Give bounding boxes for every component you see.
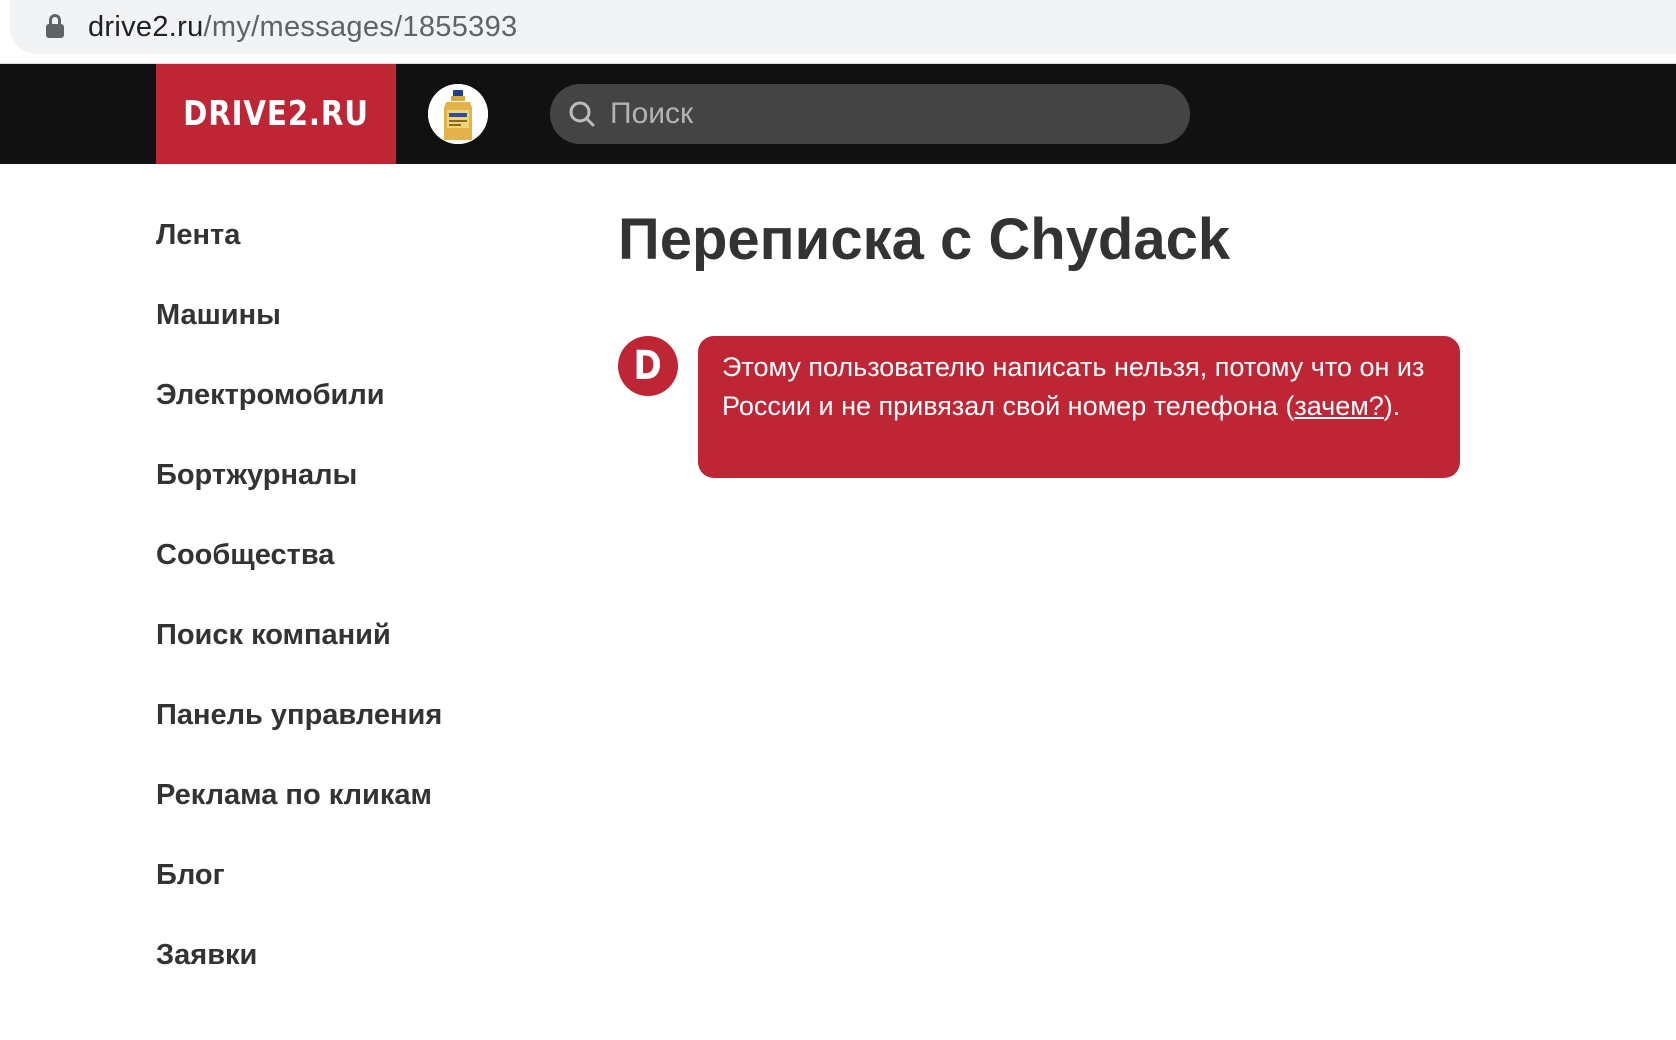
sidebar-nav: Лента Машины Электромобили Бортжурналы С… bbox=[156, 210, 556, 1010]
sidebar-item-feed[interactable]: Лента bbox=[156, 210, 556, 290]
sidebar-item-company-search[interactable]: Поиск компаний bbox=[156, 610, 556, 690]
search-input[interactable] bbox=[608, 84, 1168, 144]
page-title: Переписка с Chydack bbox=[618, 207, 1231, 272]
sender-avatar[interactable]: D bbox=[618, 336, 678, 396]
browser-address-bar: drive2.ru/my/messages/1855393 bbox=[0, 0, 1676, 64]
url-path: /my/messages/1855393 bbox=[203, 11, 518, 43]
site-header: DRIVE2.RU bbox=[0, 64, 1676, 164]
sidebar-item-electric-cars[interactable]: Электромобили bbox=[156, 370, 556, 450]
url-host: drive2.ru bbox=[88, 11, 204, 43]
site-logo[interactable]: DRIVE2.RU bbox=[156, 64, 396, 164]
sidebar-item-cars[interactable]: Машины bbox=[156, 290, 556, 370]
sidebar-item-requests[interactable]: Заявки bbox=[156, 930, 556, 1010]
message-text-end: ). bbox=[1383, 391, 1401, 421]
url-text[interactable]: drive2.ru/my/messages/1855393 bbox=[88, 9, 517, 45]
lock-icon[interactable] bbox=[46, 14, 64, 38]
url-field[interactable]: drive2.ru/my/messages/1855393 bbox=[10, 0, 1676, 54]
sidebar-item-control-panel[interactable]: Панель управления bbox=[156, 690, 556, 770]
user-avatar[interactable] bbox=[428, 84, 488, 144]
why-link[interactable]: зачем? bbox=[1294, 391, 1383, 421]
message-bubble: Этому пользователю написать нельзя, пото… bbox=[698, 336, 1460, 478]
logo-text: DRIVE2.RU bbox=[183, 94, 369, 134]
sidebar-item-communities[interactable]: Сообщества bbox=[156, 530, 556, 610]
sidebar-item-blog[interactable]: Блог bbox=[156, 850, 556, 930]
main-content: Переписка с Chydack D Этому пользователю… bbox=[618, 196, 1498, 478]
search-box bbox=[550, 84, 1190, 144]
oil-bottle-avatar-icon bbox=[428, 84, 488, 144]
sidebar-item-logbooks[interactable]: Бортжурналы bbox=[156, 450, 556, 530]
search-icon bbox=[569, 101, 595, 127]
sender-initial: D bbox=[633, 343, 663, 389]
sidebar-item-click-ads[interactable]: Реклама по кликам bbox=[156, 770, 556, 850]
